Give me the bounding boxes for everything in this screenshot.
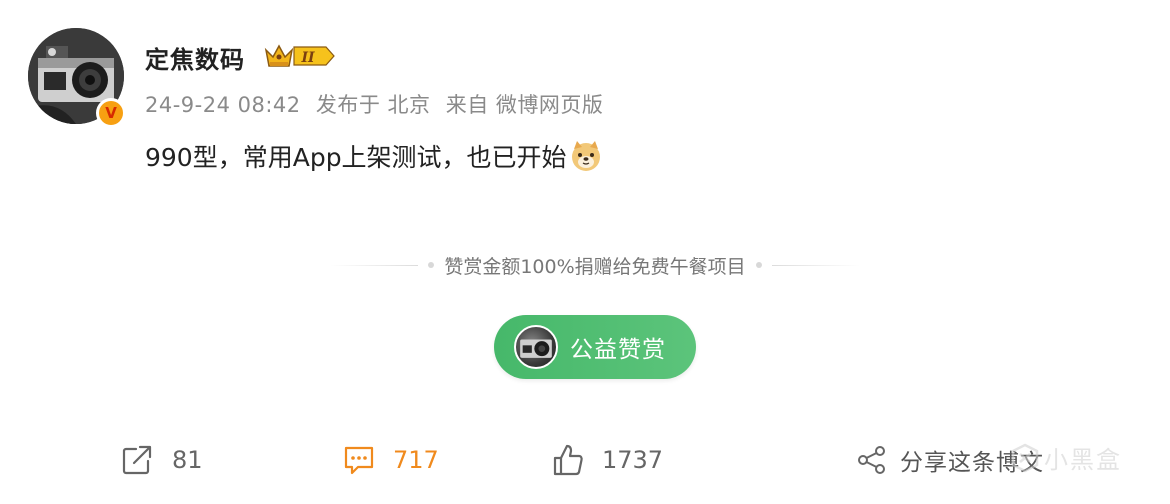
post-text: 990型，常用App上架测试，也已开始 [145, 143, 567, 172]
like-count: 1737 [602, 446, 664, 474]
comment-icon [344, 446, 374, 475]
repost-button[interactable]: 81 [120, 436, 203, 484]
thumbs-up-icon [553, 444, 583, 476]
reward-notice-text: 赞赏金额100%捐赠给免费午餐项目 [444, 255, 746, 278]
author-name[interactable]: 定焦数码 [145, 40, 245, 75]
action-bar: 81 717 1737 分享这条博文 [0, 436, 1170, 484]
crown-level-text: II [300, 50, 315, 66]
watermark: 小黑盒 [1010, 440, 1122, 475]
post-meta: 24-9-24 08:42 发布于 北京 来自 微博网页版 [145, 89, 611, 119]
heybox-logo-icon [1011, 443, 1039, 472]
like-button[interactable]: 1737 [552, 436, 663, 484]
doge-emoji-icon [571, 141, 600, 171]
post-source: 来自 微博网页版 [445, 93, 604, 117]
reward-button-label: 公益赞赏 [570, 337, 666, 363]
repost-count: 81 [172, 446, 203, 474]
verified-badge-icon: V [96, 98, 126, 128]
repost-icon [122, 445, 152, 475]
reward-avatar [514, 325, 558, 369]
post-location: 发布于 北京 [315, 93, 431, 117]
crown-member-icon[interactable]: II [264, 42, 336, 70]
divider-dot-right [755, 262, 762, 268]
comment-count: 717 [393, 446, 439, 474]
post-timestamp[interactable]: 24-9-24 08:42 [145, 93, 301, 117]
charity-reward-button[interactable]: 公益赞赏 [494, 315, 696, 379]
comment-button[interactable]: 717 [343, 436, 439, 484]
verified-badge-label: V [105, 104, 117, 122]
watermark-text: 小黑盒 [1044, 446, 1122, 474]
camera-avatar-image [520, 339, 552, 358]
share-icon [858, 446, 885, 474]
divider-dot-left [428, 262, 435, 268]
reward-notice: 赞赏金额100%捐赠给免费午餐项目 [330, 250, 861, 280]
divider-right [771, 264, 861, 266]
divider-left [330, 264, 419, 266]
post-content: 990型，常用App上架测试，也已开始 [145, 138, 603, 174]
